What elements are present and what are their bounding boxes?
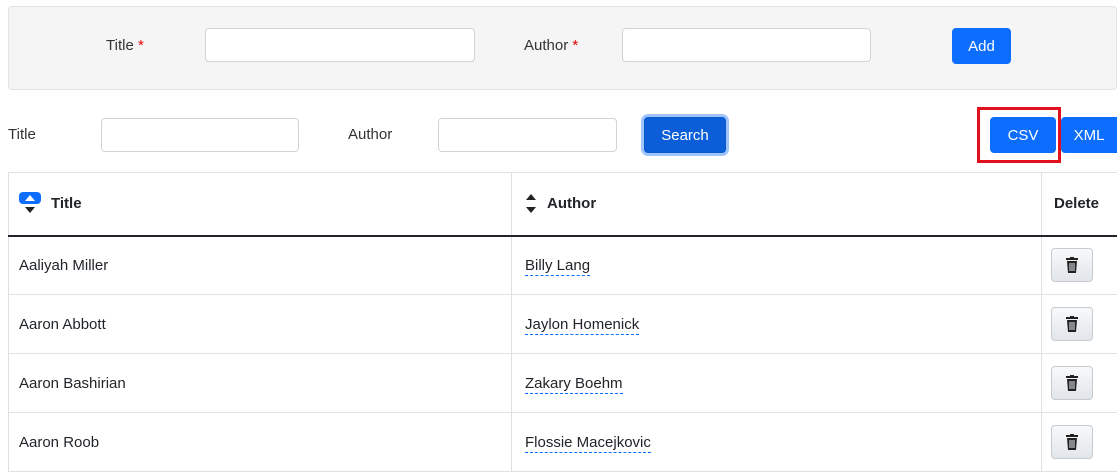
trash-icon <box>1065 257 1079 273</box>
trash-icon <box>1065 375 1079 391</box>
table-header-row: Title Author Delete <box>9 173 1117 236</box>
search-button[interactable]: Search <box>644 117 726 153</box>
add-author-label: Author * <box>524 36 578 56</box>
required-mark: * <box>572 37 578 54</box>
add-button[interactable]: Add <box>952 28 1011 64</box>
required-mark: * <box>138 37 144 54</box>
author-link[interactable]: Zakary Boehm <box>525 375 623 394</box>
column-header-delete: Delete <box>1042 173 1117 236</box>
cell-author: Zakary Boehm <box>512 354 1042 413</box>
column-title-label: Title <box>51 195 82 212</box>
search-author-label: Author <box>348 125 392 145</box>
add-title-label: Title * <box>106 36 144 56</box>
trash-icon <box>1065 316 1079 332</box>
delete-button[interactable] <box>1051 307 1093 341</box>
author-link[interactable]: Jaylon Homenick <box>525 316 639 335</box>
cell-title: Aaliyah Miller <box>9 236 512 295</box>
cell-delete <box>1042 354 1117 413</box>
table-row: Aaron Roob Flossie Macejkovic <box>9 413 1117 472</box>
trash-icon <box>1065 434 1079 450</box>
cell-delete <box>1042 413 1117 472</box>
search-title-input[interactable] <box>101 118 299 152</box>
column-header-title[interactable]: Title <box>9 173 512 236</box>
author-link[interactable]: Flossie Macejkovic <box>525 434 651 453</box>
cell-delete <box>1042 295 1117 354</box>
table-row: Aaron Abbott Jaylon Homenick <box>9 295 1117 354</box>
delete-button[interactable] <box>1051 425 1093 459</box>
author-link[interactable]: Billy Lang <box>525 257 590 276</box>
search-author-input[interactable] <box>438 118 617 152</box>
cell-author: Jaylon Homenick <box>512 295 1042 354</box>
column-delete-label: Delete <box>1042 195 1099 212</box>
search-title-label: Title <box>8 125 36 145</box>
cell-delete <box>1042 236 1117 295</box>
cell-title: Aaron Bashirian <box>9 354 512 413</box>
cell-author: Billy Lang <box>512 236 1042 295</box>
sort-ascending-icon[interactable] <box>19 192 41 216</box>
column-header-author[interactable]: Author <box>512 173 1042 236</box>
delete-button[interactable] <box>1051 366 1093 400</box>
cell-title: Aaron Roob <box>9 413 512 472</box>
table-row: Aaron Bashirian Zakary Boehm <box>9 354 1117 413</box>
column-author-label: Author <box>547 195 596 212</box>
export-xml-button[interactable]: XML <box>1061 117 1117 153</box>
sort-icon[interactable] <box>525 192 537 216</box>
table-row: Aaliyah Miller Billy Lang <box>9 236 1117 295</box>
delete-button[interactable] <box>1051 248 1093 282</box>
books-table: Title Author Delete Aaliyah Miller Billy… <box>8 172 1117 472</box>
cell-title: Aaron Abbott <box>9 295 512 354</box>
add-title-input[interactable] <box>205 28 475 62</box>
add-author-input[interactable] <box>622 28 871 62</box>
add-book-form: Title * Author * Add <box>8 6 1117 90</box>
highlight-box <box>977 107 1061 163</box>
cell-author: Flossie Macejkovic <box>512 413 1042 472</box>
